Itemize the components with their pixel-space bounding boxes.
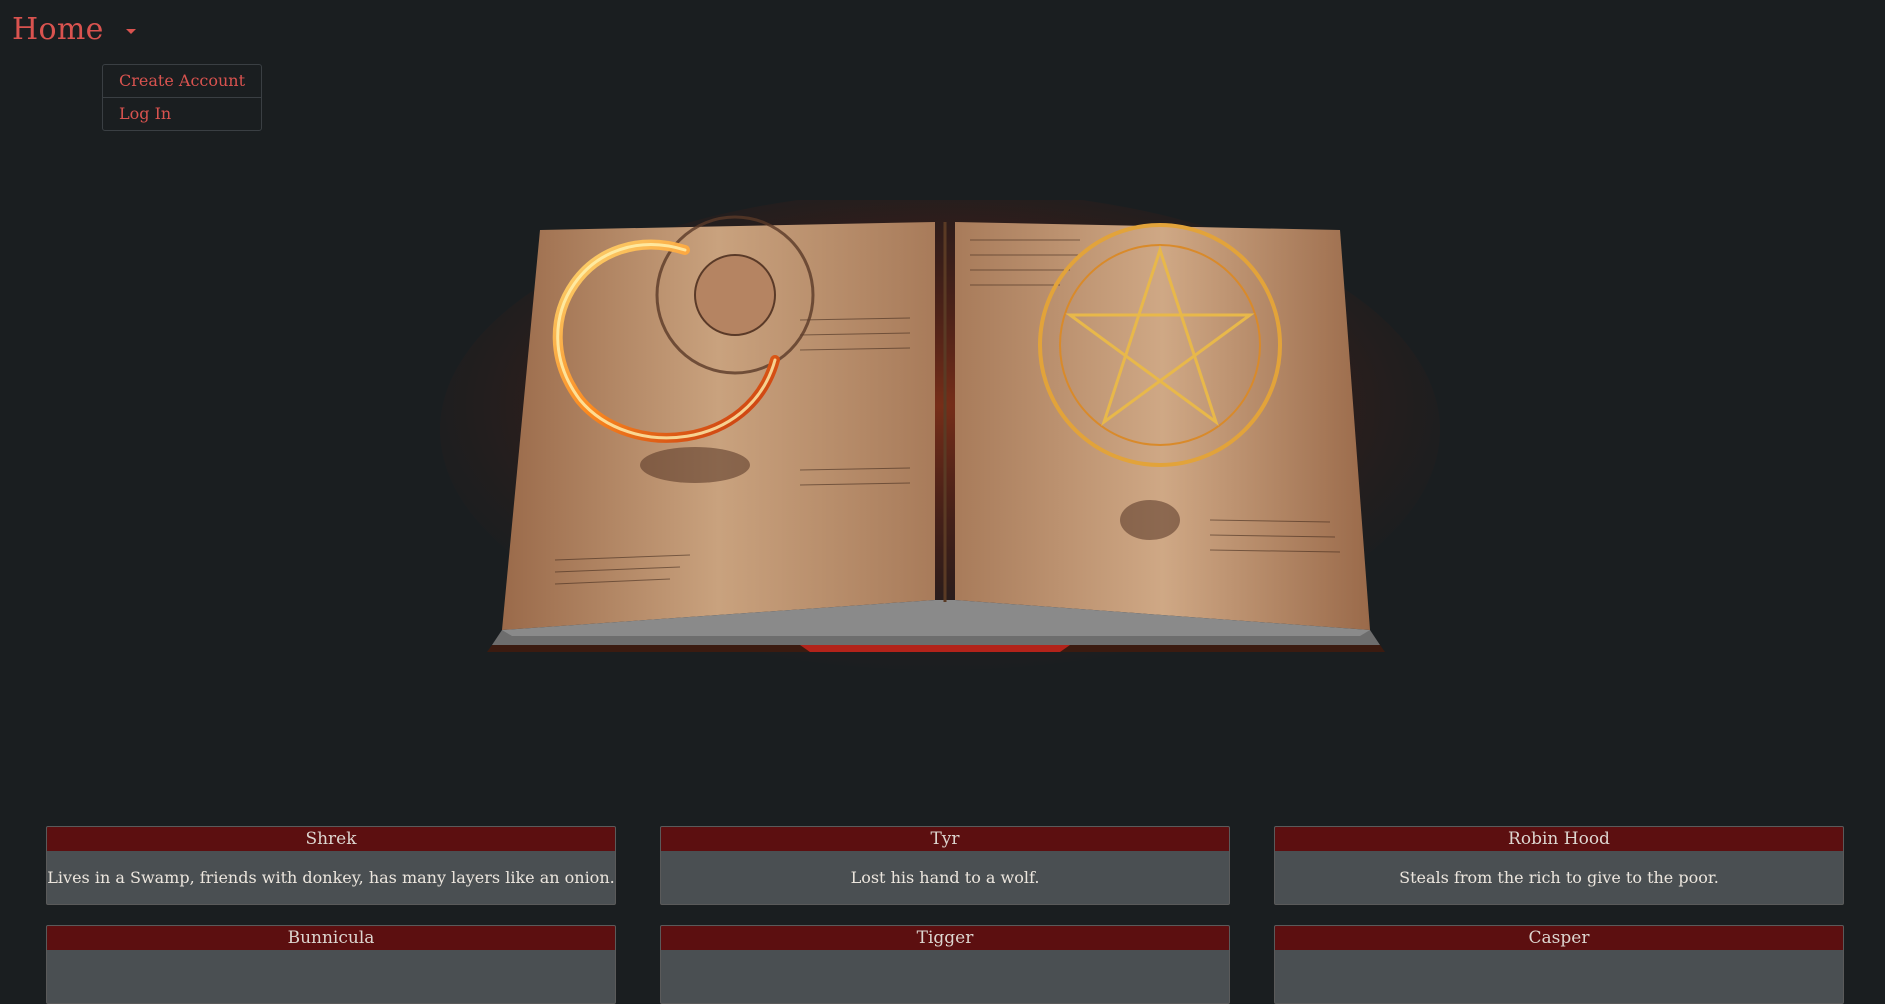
- card-title: Shrek: [47, 827, 615, 851]
- caret-down-icon[interactable]: [125, 28, 136, 34]
- card-bunnicula: Bunnicula: [46, 925, 616, 1004]
- log-in-link[interactable]: Log In: [103, 97, 261, 130]
- card-description: Lost his hand to a wolf.: [850, 868, 1040, 887]
- card-description: Lives in a Swamp, friends with donkey, h…: [47, 868, 615, 887]
- card-title: Tyr: [661, 827, 1229, 851]
- account-dropdown-menu: Create Account Log In: [102, 64, 262, 131]
- card-casper: Casper: [1274, 925, 1844, 1004]
- card-shrek: Shrek Lives in a Swamp, friends with don…: [46, 826, 616, 905]
- card-robin-hood: Robin Hood Steals from the rich to give …: [1274, 826, 1844, 905]
- open-book-icon: [440, 190, 1440, 670]
- card-tigger: Tigger: [660, 925, 1230, 1004]
- card-title: Robin Hood: [1275, 827, 1843, 851]
- card-tyr: Tyr Lost his hand to a wolf.: [660, 826, 1230, 905]
- spellbook-hero-image: [430, 190, 1450, 670]
- home-title[interactable]: Home: [12, 10, 104, 50]
- character-cards-grid: Shrek Lives in a Swamp, friends with don…: [46, 826, 1846, 1004]
- card-description: [47, 950, 615, 1003]
- card-description: [661, 950, 1229, 1003]
- card-description: Steals from the rich to give to the poor…: [1399, 868, 1719, 887]
- card-title: Casper: [1275, 926, 1843, 950]
- card-title: Bunnicula: [47, 926, 615, 950]
- home-dropdown-toggle[interactable]: Home: [12, 10, 136, 50]
- create-account-link[interactable]: Create Account: [103, 65, 261, 97]
- card-description: [1275, 950, 1843, 1003]
- card-title: Tigger: [661, 926, 1229, 950]
